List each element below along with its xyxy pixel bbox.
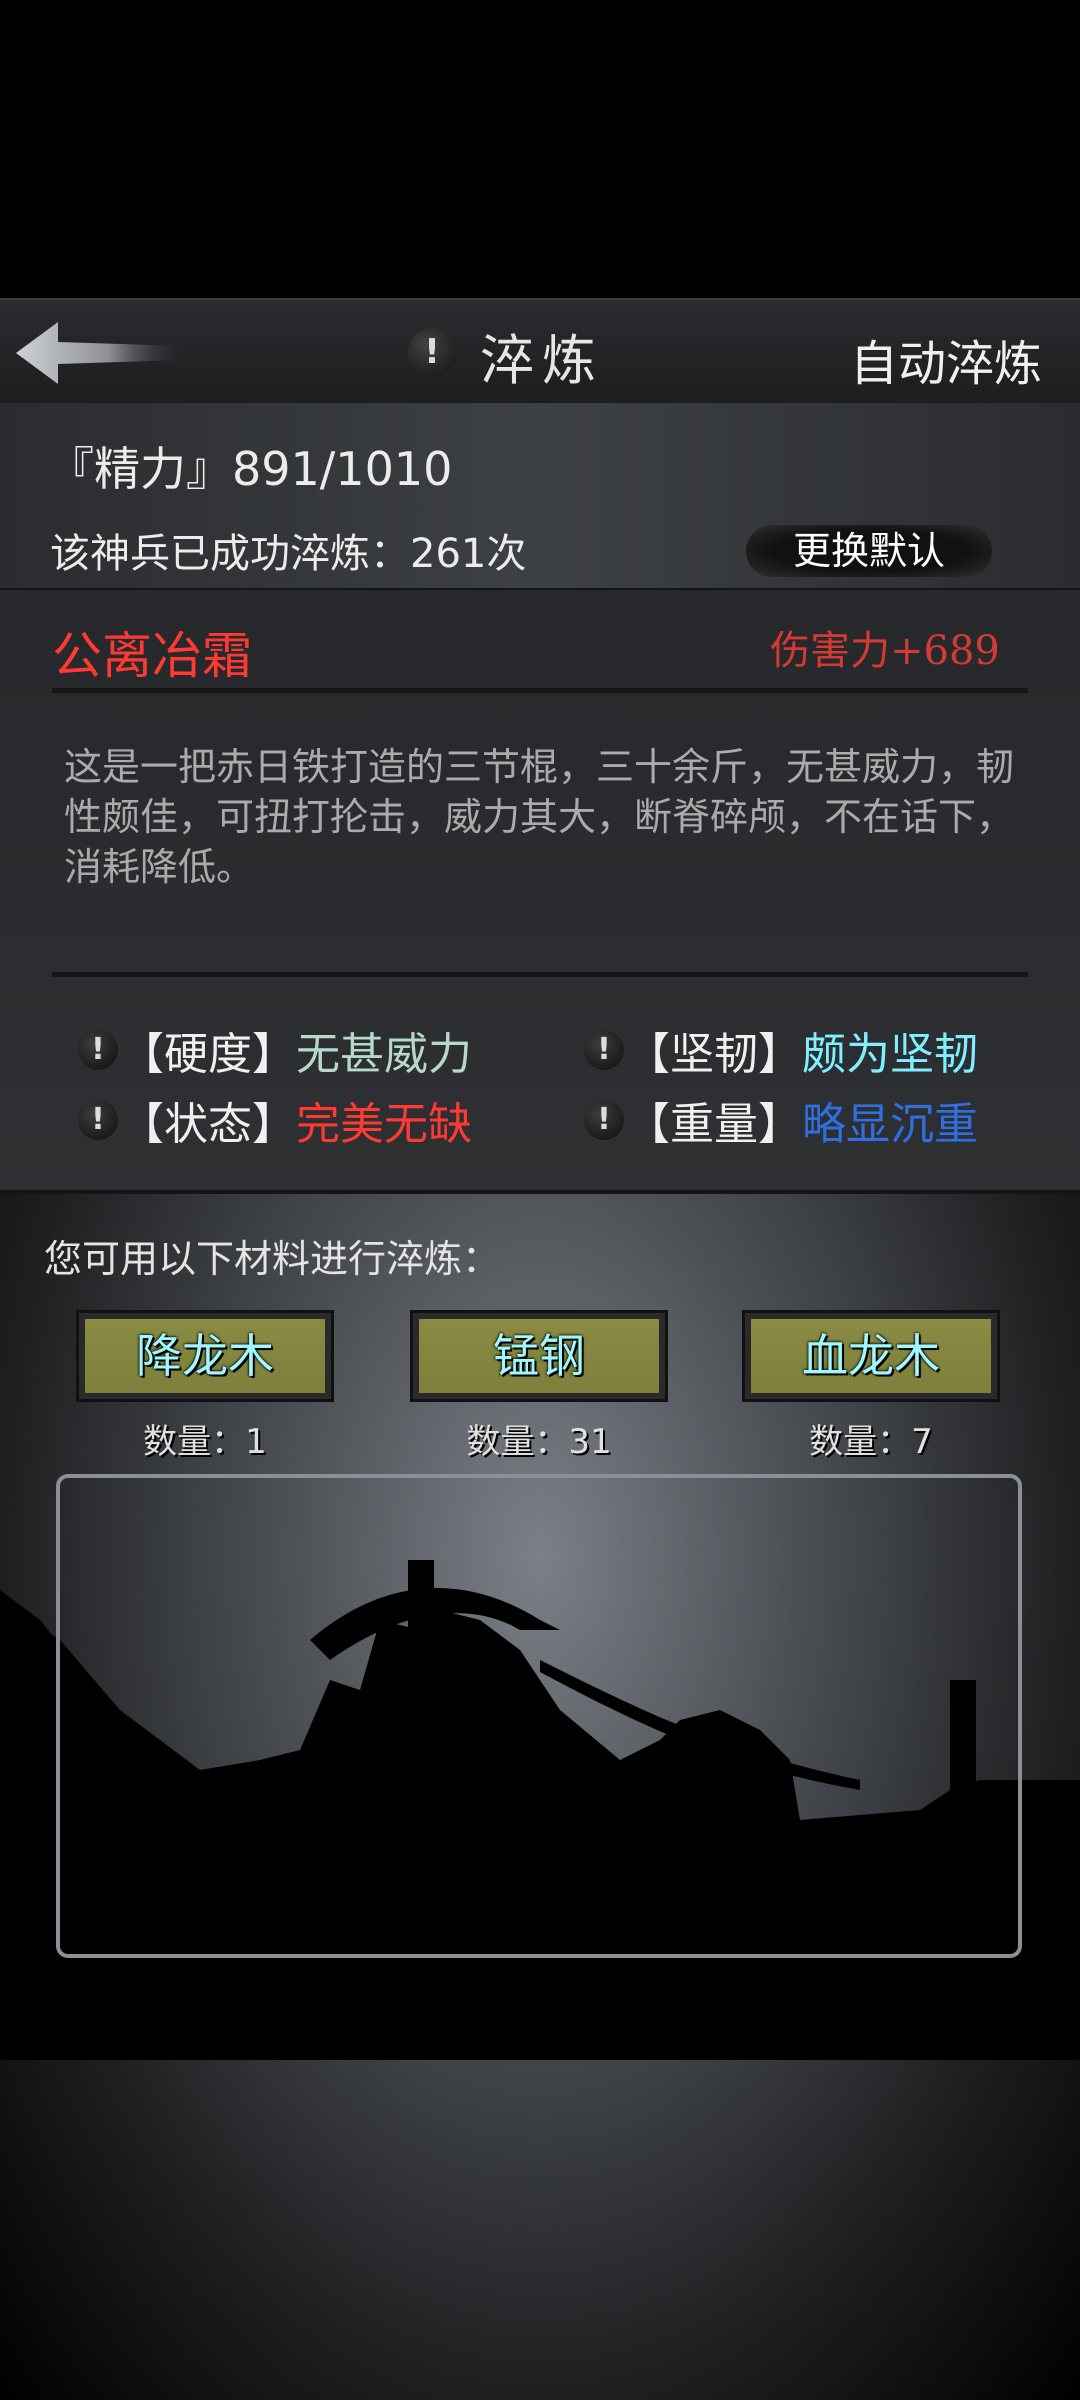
info-icon[interactable]: ! xyxy=(408,328,456,376)
energy-value: 『精力』891/1010 xyxy=(48,442,453,496)
attribute-key: 【硬度】 xyxy=(120,1029,296,1080)
material-quantity: 数量：31 xyxy=(466,1422,612,1462)
attribute-hardness[interactable]: ! 【硬度】无甚威力 xyxy=(78,1018,472,1082)
stats-panel: 『精力』891/1010 该神兵已成功淬炼：261次 更换默认 xyxy=(0,403,1080,592)
material-button-xianglongmu[interactable]: 降龙木 xyxy=(76,1310,334,1402)
refine-count: 该神兵已成功淬炼：261次 xyxy=(50,531,527,577)
attribute-value: 无甚威力 xyxy=(296,1029,472,1080)
material-button-xuelongmu[interactable]: 血龙木 xyxy=(742,1310,1000,1402)
info-icon[interactable]: ! xyxy=(78,1100,118,1140)
material-button-menggang[interactable]: 锰钢 xyxy=(410,1310,668,1402)
info-icon[interactable]: ! xyxy=(78,1030,118,1070)
attribute-condition[interactable]: ! 【状态】完美无缺 xyxy=(78,1088,472,1152)
divider xyxy=(52,972,1028,977)
top-bar: ! 淬炼 自动淬炼 xyxy=(0,298,1080,407)
weapon-name: 公离冶霜 xyxy=(52,627,252,685)
attribute-value: 完美无缺 xyxy=(296,1099,472,1150)
attribute-key: 【坚韧】 xyxy=(626,1029,802,1080)
attribute-key: 【重量】 xyxy=(626,1099,802,1150)
weapon-description: 这是一把赤日铁打造的三节棍，三十余斤，无甚威力，韧性颇佳，可扭打抡击，威力其大，… xyxy=(64,745,1015,889)
auto-refine-button[interactable]: 自动淬炼 xyxy=(850,324,1042,394)
back-arrow-icon[interactable] xyxy=(14,320,184,386)
attribute-weight[interactable]: ! 【重量】略显沉重 xyxy=(584,1088,978,1152)
damage-value: 伤害力+689 xyxy=(770,628,1000,674)
info-icon[interactable]: ! xyxy=(584,1100,624,1140)
attribute-key: 【状态】 xyxy=(120,1099,296,1150)
refine-result-frame xyxy=(56,1474,1022,1958)
material-quantity: 数量：1 xyxy=(143,1422,267,1462)
weapon-panel: 公离冶霜 伤害力+689 这是一把赤日铁打造的三节棍，三十余斤，无甚威力，韧性颇… xyxy=(0,590,1080,1194)
attribute-toughness[interactable]: ! 【坚韧】颇为坚韧 xyxy=(584,1018,978,1082)
attribute-value: 颇为坚韧 xyxy=(802,1029,978,1080)
page-title: 淬炼 xyxy=(480,329,604,392)
material-name: 锰钢 xyxy=(419,1319,659,1393)
material-name: 血龙木 xyxy=(751,1319,991,1393)
attribute-value: 略显沉重 xyxy=(802,1099,978,1150)
materials-label: 您可用以下材料进行淬炼： xyxy=(44,1237,501,1281)
change-default-button[interactable]: 更换默认 xyxy=(746,525,992,577)
divider xyxy=(52,688,1028,693)
info-icon[interactable]: ! xyxy=(584,1030,624,1070)
material-name: 降龙木 xyxy=(85,1319,325,1393)
material-quantity: 数量：7 xyxy=(809,1422,933,1462)
